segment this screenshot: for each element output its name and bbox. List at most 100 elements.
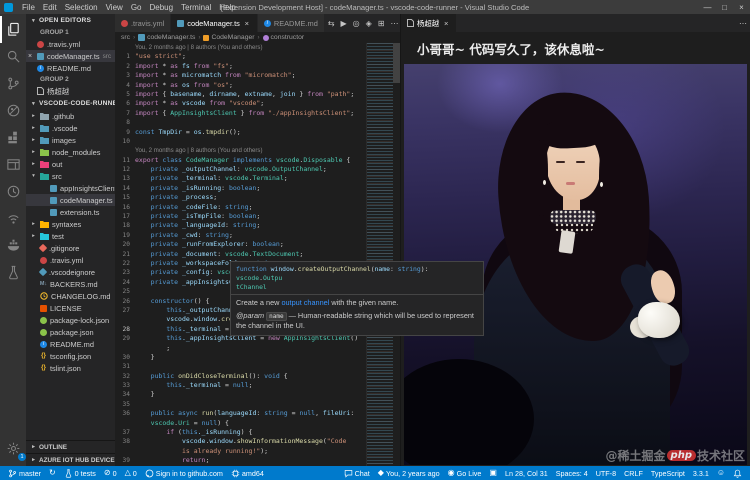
tree-item[interactable]: LICENSE	[26, 302, 115, 314]
close-icon[interactable]: ×	[243, 19, 251, 28]
status-arch[interactable]: amd64	[227, 466, 268, 480]
line-number	[115, 447, 135, 456]
open-editor-item[interactable]: .travis.yml	[26, 38, 115, 50]
activity-search-icon[interactable]	[0, 43, 26, 70]
tree-item[interactable]: {} tsconfig.json	[26, 350, 115, 362]
restore-button[interactable]: □	[716, 0, 733, 14]
code-editor[interactable]: You, 2 months ago | 8 authors (You and o…	[115, 43, 400, 466]
close-icon[interactable]: ×	[442, 19, 450, 28]
more-actions-icon[interactable]: ⋯	[736, 19, 750, 28]
status-notifications[interactable]	[729, 466, 746, 480]
open-changes-icon[interactable]: ⇆	[325, 19, 338, 28]
code-line: 4 import * as os from "os";	[115, 81, 400, 90]
activity-extensions-icon[interactable]	[0, 124, 26, 151]
menu-selection[interactable]: Selection	[61, 3, 102, 12]
method-icon	[262, 34, 269, 41]
close-button[interactable]: ×	[733, 0, 750, 14]
tree-item[interactable]: .vscodeignore	[26, 266, 115, 278]
line-number: 17	[122, 213, 130, 221]
menu-debug[interactable]: Debug	[145, 3, 177, 12]
split-editor-icon[interactable]: ⊞	[375, 19, 388, 28]
breadcrumb[interactable]: src › codeManager.ts › CodeManager › construct…	[115, 32, 400, 43]
status-screencast[interactable]: ▣	[485, 466, 501, 480]
tree-item[interactable]: .gitignore	[26, 242, 115, 254]
tree-item[interactable]: {} tslint.json	[26, 362, 115, 374]
status-eol[interactable]: CRLF	[620, 466, 647, 480]
breadcrumb-item[interactable]: CodeManager	[211, 34, 254, 41]
tree-item[interactable]: .travis.yml	[26, 254, 115, 266]
minimap[interactable]	[366, 43, 400, 466]
activity-settings-icon[interactable]: 1	[0, 435, 26, 462]
menu-help[interactable]: Help	[215, 3, 239, 12]
close-icon[interactable]: ×	[26, 53, 34, 60]
tab-codeManager.ts[interactable]: codeManager.ts ×	[171, 14, 258, 32]
activity-test-icon[interactable]	[0, 259, 26, 286]
panel-azure-iot-hub-devices[interactable]: ▸ AZURE IOT HUB DEVICES	[26, 453, 115, 466]
tree-item[interactable]: ▸ .github	[26, 110, 115, 122]
tree-item[interactable]: CHANGELOG.md	[26, 290, 115, 302]
open-preview-icon[interactable]: ◎	[350, 19, 363, 28]
breadcrumb-item[interactable]: constructor	[271, 34, 305, 41]
activity-source-control-icon[interactable]	[0, 70, 26, 97]
activity-history-icon[interactable]	[0, 178, 26, 205]
status-warnings[interactable]: △ 0	[121, 466, 141, 480]
menu-go[interactable]: Go	[127, 3, 146, 12]
status-language-mode[interactable]: TypeScript	[647, 466, 689, 480]
menu-file[interactable]: File	[18, 3, 39, 12]
tree-item[interactable]: codeManager.ts	[26, 194, 115, 206]
menu-view[interactable]: View	[102, 3, 127, 12]
tree-item[interactable]: ▸ out	[26, 158, 115, 170]
tree-item[interactable]: ▾ src	[26, 170, 115, 182]
panel-outline[interactable]: ▸ OUTLINE	[26, 440, 115, 453]
status-gitlens-blame[interactable]: ◆ You, 2 years ago	[374, 466, 444, 480]
tree-item[interactable]: ▸ test	[26, 230, 115, 242]
tree-item[interactable]: ▸ node_modules	[26, 146, 115, 158]
tab-README.md[interactable]: i README.md	[257, 14, 325, 32]
open-editor-item[interactable]: × codeManager.ts src	[26, 50, 115, 62]
status-chat[interactable]: Chat	[340, 466, 374, 480]
tree-item[interactable]: M↓ BACKERS.md	[26, 278, 115, 290]
tree-item[interactable]: ▸ syntaxes	[26, 218, 115, 230]
minimize-button[interactable]: —	[699, 0, 716, 14]
status-cursor-position[interactable]: Ln 28, Col 31	[501, 466, 552, 480]
activity-debug-icon[interactable]	[0, 97, 26, 124]
project-header[interactable]: ▾ VSCODE-CODE-RUNNER	[26, 97, 115, 110]
status-github-signin[interactable]: Sign in to github.com	[141, 466, 227, 480]
breadcrumb-item[interactable]: codeManager.ts	[147, 34, 195, 41]
status-encoding[interactable]: UTF-8	[592, 466, 620, 480]
activity-azure-iot-icon[interactable]	[0, 205, 26, 232]
breadcrumb-item[interactable]: src	[121, 34, 130, 41]
tab-.travis.yml[interactable]: .travis.yml	[115, 14, 172, 32]
open-editor-item[interactable]: 杨超越	[26, 85, 115, 97]
status-go-live[interactable]: ◉ Go Live	[444, 466, 486, 480]
folder-icon	[40, 136, 49, 144]
tree-item[interactable]: ▸ .vscode	[26, 122, 115, 134]
tree-item[interactable]: package.json	[26, 326, 115, 338]
activity-bar: 1	[0, 14, 26, 466]
status-indentation[interactable]: Spaces: 4	[552, 466, 592, 480]
open-editors-header[interactable]: ▾ OPEN EDITORS	[26, 14, 115, 27]
menu-terminal[interactable]: Terminal	[177, 3, 215, 12]
status-errors[interactable]: ⊘ 0	[100, 466, 121, 480]
scrollbar-slider[interactable]	[393, 43, 400, 83]
activity-explorer-icon[interactable]	[0, 16, 26, 43]
status-tests[interactable]: 0 tests	[60, 466, 100, 480]
status-git-branch[interactable]: master	[4, 466, 45, 480]
doc-link[interactable]: output channel	[281, 298, 329, 307]
tree-item[interactable]: package-lock.json	[26, 314, 115, 326]
status-feedback[interactable]: ☺	[713, 466, 729, 480]
code-line: 7 import { AppInsightsClient } from "./ap…	[115, 109, 400, 118]
activity-browser-preview-icon[interactable]	[0, 151, 26, 178]
tree-item[interactable]: extension.ts	[26, 206, 115, 218]
tab-杨超越[interactable]: 杨超越 ×	[401, 14, 458, 32]
status-sync[interactable]: ↻	[45, 466, 60, 480]
activity-docker-icon[interactable]	[0, 232, 26, 259]
open-editor-item[interactable]: i README.md	[26, 62, 115, 74]
run-code-icon[interactable]: ▶	[338, 19, 350, 28]
tree-item[interactable]: appInsightsClient.ts	[26, 182, 115, 194]
menu-edit[interactable]: Edit	[39, 3, 61, 12]
compare-icon[interactable]: ◈	[363, 19, 375, 28]
tree-item[interactable]: i README.md	[26, 338, 115, 350]
status-version[interactable]: 3.3.1	[689, 466, 713, 480]
tree-item[interactable]: ▸ images	[26, 134, 115, 146]
